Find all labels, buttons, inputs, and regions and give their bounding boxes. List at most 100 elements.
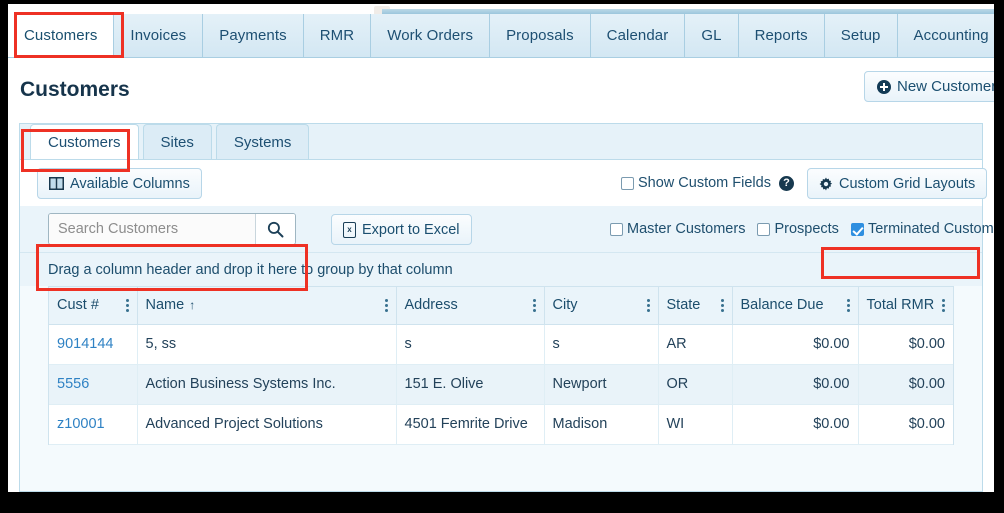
cell-address: 151 E. Olive <box>396 364 545 405</box>
sub-tab-customers[interactable]: Customers <box>30 124 139 159</box>
cell-address: 4501 Femrite Drive <box>396 404 545 445</box>
cell-text: 4501 Femrite Drive <box>404 416 528 432</box>
nav-tab-payments[interactable]: Payments <box>203 14 304 57</box>
app-viewport: Customers Invoices Payments RMR Work Orders P… <box>8 4 994 492</box>
table-row[interactable]: z10001 Advanced Project Solutions 4501 Fem… <box>49 404 953 445</box>
filter-prospects-checkbox[interactable] <box>757 222 771 236</box>
column-menu-icon[interactable] <box>846 298 850 312</box>
cell-balance: $0.00 <box>732 404 859 445</box>
nav-tab-work-orders[interactable]: Work Orders <box>371 14 491 57</box>
table-header-row: Cust # Name ↑ Address City State Balance Due To… <box>49 287 953 325</box>
column-header-label: Balance Due <box>740 297 824 314</box>
column-header-cust[interactable]: Cust # <box>49 287 138 325</box>
nav-tab-label: Customers <box>24 27 98 44</box>
page-header: Customers New Customer <box>8 59 994 115</box>
available-columns-button[interactable]: Available Columns <box>37 168 202 199</box>
customer-number-link[interactable]: 5556 <box>57 376 89 392</box>
column-menu-icon[interactable] <box>125 298 129 312</box>
cell-rmr: $0.00 <box>858 364 953 405</box>
customer-number-link[interactable]: z10001 <box>57 416 105 432</box>
column-header-address[interactable]: Address <box>396 287 545 325</box>
nav-tab-customers[interactable]: Customers <box>8 14 115 57</box>
cell-text: Advanced Project Solutions <box>145 416 323 432</box>
export-to-excel-button[interactable]: x Export to Excel <box>331 214 472 245</box>
nav-tab-reports[interactable]: Reports <box>739 14 825 57</box>
nav-tab-label: Payments <box>219 27 287 44</box>
search-icon <box>267 221 284 237</box>
filter-master-customers[interactable]: Master Customers <box>610 221 745 237</box>
nav-tab-gl[interactable]: GL <box>685 14 739 57</box>
cell-text: s <box>404 336 412 352</box>
cell-rmr: $0.00 <box>858 404 953 445</box>
nav-tab-label: Accounting <box>913 27 989 44</box>
cell-text: AR <box>666 336 687 352</box>
table-head: Cust # Name ↑ Address City State Balance Due To… <box>49 287 953 325</box>
sub-tab-systems[interactable]: Systems <box>215 124 310 159</box>
cell-text: s <box>552 336 560 352</box>
cell-text: $0.00 <box>813 336 850 352</box>
cell-address: s <box>396 324 545 365</box>
group-by-hint-text: Drag a column header and drop it here to… <box>48 261 453 278</box>
column-header-state[interactable]: State <box>658 287 733 325</box>
question-mark-icon[interactable]: ? <box>778 175 794 191</box>
column-header-name[interactable]: Name ↑ <box>137 287 397 325</box>
nav-tab-invoices[interactable]: Invoices <box>114 14 204 57</box>
nav-tab-label: Calendar <box>606 27 669 44</box>
column-menu-icon[interactable] <box>646 298 650 312</box>
filter-terminated-customers[interactable]: Terminated Customers <box>850 221 994 237</box>
show-custom-fields-checkbox[interactable] <box>621 176 634 190</box>
new-customer-button[interactable]: New Customer <box>864 71 994 102</box>
cell-name: Action Business Systems Inc. <box>137 364 397 405</box>
nav-tab-label: RMR <box>319 27 355 44</box>
column-menu-icon[interactable] <box>384 298 388 312</box>
cell-text: WI <box>666 416 685 432</box>
column-header-label: Total RMR <box>866 297 935 314</box>
custom-grid-layouts-button[interactable]: Custom Grid Layouts <box>807 168 988 199</box>
column-menu-icon[interactable] <box>532 298 536 312</box>
column-header-total-rmr[interactable]: Total RMR <box>858 287 953 325</box>
nav-tab-setup[interactable]: Setup <box>825 14 898 57</box>
cell-city: Newport <box>544 364 659 405</box>
main-navigation: Customers Invoices Payments RMR Work Orders P… <box>8 14 994 58</box>
column-header-balance-due[interactable]: Balance Due <box>732 287 859 325</box>
gear-icon <box>819 177 833 190</box>
column-header-city[interactable]: City <box>544 287 659 325</box>
cell-text: $0.00 <box>908 336 945 352</box>
group-by-drop-area[interactable]: Drag a column header and drop it here to… <box>20 252 982 286</box>
filter-terminated-customers-checkbox[interactable] <box>850 222 864 236</box>
search-customers-box[interactable] <box>48 213 296 245</box>
column-menu-icon[interactable] <box>942 298 945 312</box>
cell-state: AR <box>658 324 733 365</box>
cell-cust[interactable]: 5556 <box>49 364 138 405</box>
cell-state: OR <box>658 364 733 405</box>
filter-prospects-label: Prospects <box>774 221 839 237</box>
sub-tab-label: Systems <box>233 133 292 151</box>
nav-tab-accounting[interactable]: Accounting▼ <box>898 14 995 57</box>
filter-master-customers-checkbox[interactable] <box>610 222 623 236</box>
nav-tab-label: Setup <box>840 27 881 44</box>
cell-rmr: $0.00 <box>858 324 953 365</box>
table-row[interactable]: 5556 Action Business Systems Inc. 151 E. O… <box>49 364 953 405</box>
cell-cust[interactable]: 9014144 <box>49 324 138 365</box>
column-menu-icon[interactable] <box>720 298 724 312</box>
customer-number-link[interactable]: 9014144 <box>57 336 113 352</box>
cell-city: Madison <box>544 404 659 445</box>
grid-toolbar-top: Available Columns Show Custom Fields ? C… <box>20 160 988 206</box>
cell-cust[interactable]: z10001 <box>49 404 138 445</box>
search-button[interactable] <box>255 214 295 244</box>
table-row[interactable]: 9014144 5, ss s s AR $0.00 $0.00 <box>49 324 953 365</box>
search-input[interactable] <box>49 214 255 244</box>
nav-tab-rmr[interactable]: RMR <box>304 14 372 57</box>
customers-table: Cust # Name ↑ Address City State Balance Due To… <box>49 287 953 445</box>
show-custom-fields-label: Show Custom Fields <box>638 175 771 191</box>
cell-city: s <box>544 324 659 365</box>
custom-grid-layouts-label: Custom Grid Layouts <box>839 175 976 192</box>
nav-tab-label: Proposals <box>506 27 574 44</box>
show-custom-fields-row[interactable]: Show Custom Fields ? <box>621 175 794 191</box>
cell-text: $0.00 <box>813 376 850 392</box>
filter-prospects[interactable]: Prospects <box>757 221 839 237</box>
table-body: 9014144 5, ss s s AR $0.00 $0.00 5556 Action Bus… <box>49 324 953 445</box>
nav-tab-calendar[interactable]: Calendar <box>591 14 686 57</box>
sub-tab-sites[interactable]: Sites <box>142 124 212 159</box>
nav-tab-proposals[interactable]: Proposals <box>490 14 591 57</box>
